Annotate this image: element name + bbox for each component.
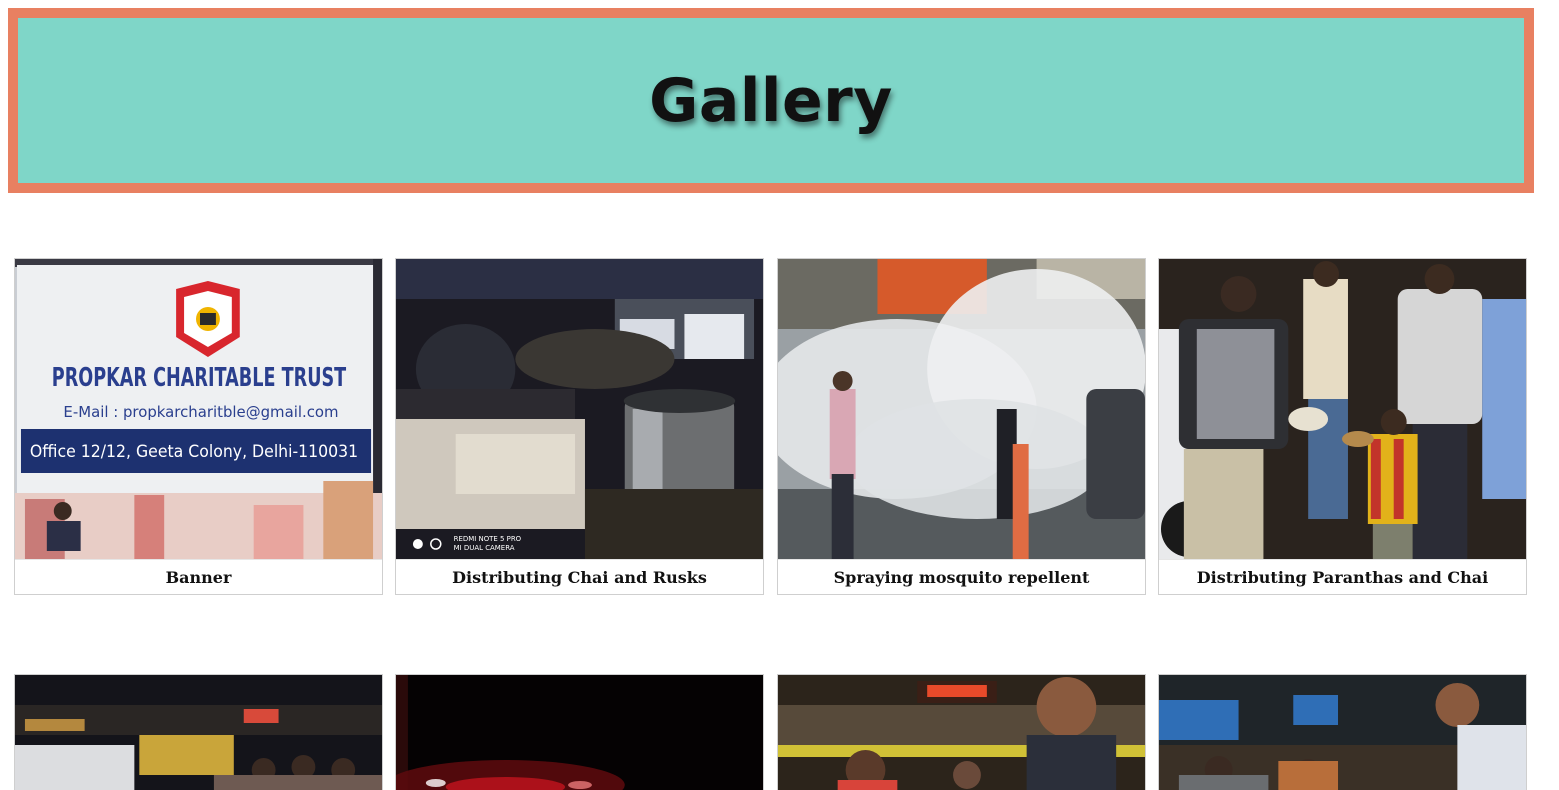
camera-watermark-line1: REDMI NOTE 5 PRO [454, 535, 522, 543]
gallery-grid: PROPKAR CHARITABLE TRUST E-Mail : propka… [0, 0, 1559, 790]
gallery-caption: Spraying mosquito repellent [778, 559, 1145, 594]
gallery-caption: Banner [15, 559, 382, 594]
gallery-card-banner[interactable]: PROPKAR CHARITABLE TRUST E-Mail : propka… [14, 258, 383, 595]
banner-office-address: Office 12/12, Geeta Colony, Delhi-110031 [30, 441, 358, 461]
gallery-card-mosquito-repellent[interactable]: Spraying mosquito repellent [777, 258, 1146, 595]
mosquito-repellent-image [778, 259, 1145, 559]
gallery-image-5 [15, 675, 382, 790]
gallery-card-paranthas-chai[interactable]: Distributing Paranthas and Chai [1158, 258, 1527, 595]
gallery-photo-6[interactable] [396, 675, 763, 790]
gallery-card-chai-rusks[interactable]: REDMI NOTE 5 PRO MI DUAL CAMERA Distribu… [395, 258, 764, 595]
gallery-image-6 [396, 675, 763, 790]
gallery-photo-5[interactable] [15, 675, 382, 790]
gallery-caption: Distributing Chai and Rusks [396, 559, 763, 594]
banner-image: PROPKAR CHARITABLE TRUST E-Mail : propka… [15, 259, 382, 559]
gallery-card-5[interactable] [14, 674, 383, 790]
gallery-card-7[interactable] [777, 674, 1146, 790]
banner-trust-name: PROPKAR CHARITABLE TRUST [52, 363, 347, 393]
gallery-card-6[interactable] [395, 674, 764, 790]
camera-watermark-line2: MI DUAL CAMERA [454, 544, 515, 552]
gallery-photo-mosquito-repellent[interactable] [778, 259, 1145, 559]
paranthas-chai-image [1159, 259, 1526, 559]
gallery-photo-7[interactable] [778, 675, 1145, 790]
chai-rusks-image: REDMI NOTE 5 PRO MI DUAL CAMERA [396, 259, 763, 559]
gallery-photo-chai-rusks[interactable]: REDMI NOTE 5 PRO MI DUAL CAMERA [396, 259, 763, 559]
gallery-image-7 [778, 675, 1145, 790]
gallery-photo-8[interactable] [1159, 675, 1526, 790]
gallery-photo-banner[interactable]: PROPKAR CHARITABLE TRUST E-Mail : propka… [15, 259, 382, 559]
gallery-card-8[interactable] [1158, 674, 1527, 790]
banner-email: E-Mail : propkarcharitble@gmail.com [63, 403, 338, 421]
gallery-caption: Distributing Paranthas and Chai [1159, 559, 1526, 594]
gallery-image-8 [1159, 675, 1526, 790]
gallery-photo-paranthas-chai[interactable] [1159, 259, 1526, 559]
